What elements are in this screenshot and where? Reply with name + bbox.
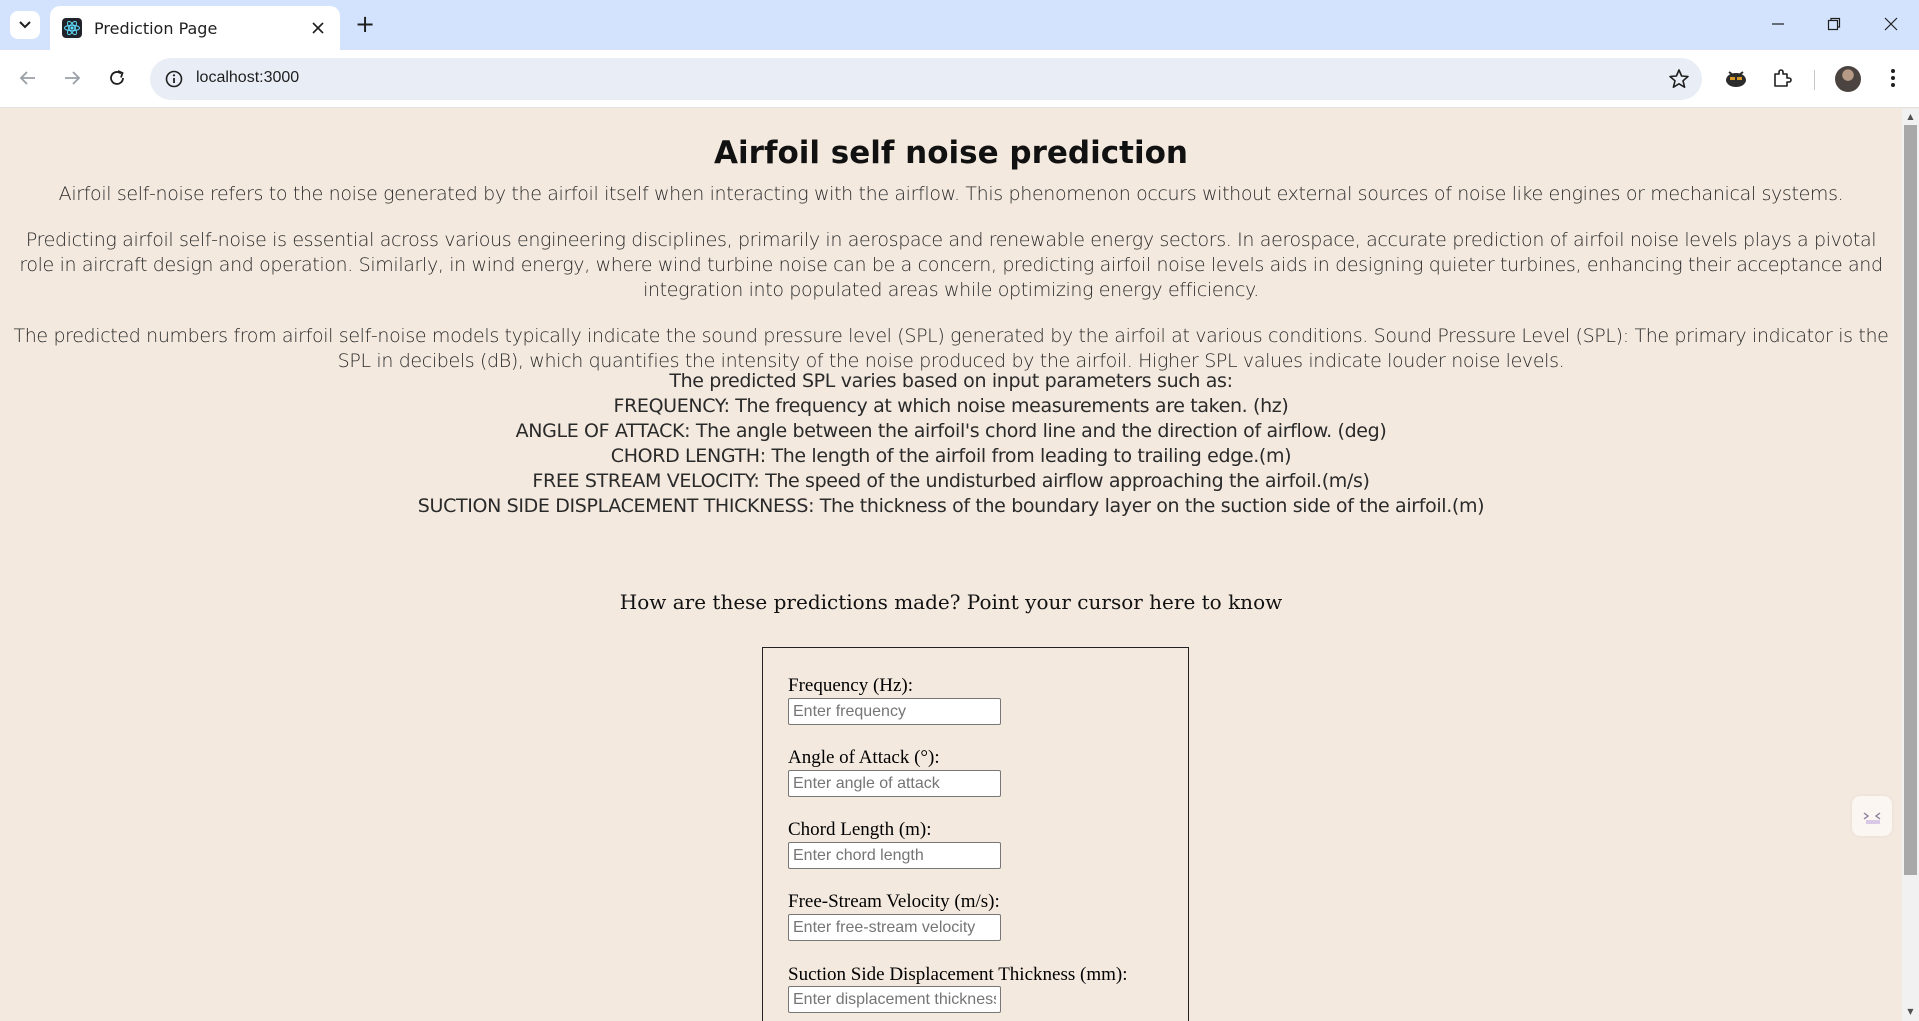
site-info-icon[interactable]: [164, 69, 184, 89]
page-viewport: Airfoil self noise prediction Airfoil se…: [0, 109, 1902, 1021]
tab-search-icon[interactable]: [10, 11, 40, 39]
param-free-stream-velocity: FREE STREAM VELOCITY: The speed of the u…: [532, 470, 1370, 492]
displacement-thickness-label: Suction Side Displacement Thickness (mm)…: [788, 964, 1128, 985]
param-angle-of-attack: ANGLE OF ATTACK: The angle between the a…: [515, 420, 1387, 442]
free-stream-velocity-input[interactable]: [788, 914, 1001, 941]
frequency-label: Frequency (Hz):: [788, 675, 914, 696]
displacement-thickness-input[interactable]: [788, 986, 1001, 1013]
profile-avatar[interactable]: [1835, 66, 1861, 92]
close-icon[interactable]: [308, 18, 328, 38]
back-icon[interactable]: [12, 62, 44, 94]
intro-paragraph-2: Predicting airfoil self-noise is essenti…: [19, 229, 1883, 301]
angle-of-attack-input[interactable]: [788, 770, 1001, 797]
extension-icon[interactable]: [1722, 64, 1750, 92]
param-displacement-thickness: SUCTION SIDE DISPLACEMENT THICKNESS: The…: [417, 495, 1485, 517]
window-close-icon[interactable]: [1868, 8, 1914, 40]
intro-paragraph-1: Airfoil self-noise refers to the noise g…: [58, 183, 1844, 205]
param-frequency: FREQUENCY: The frequency at which noise …: [613, 395, 1289, 417]
prediction-form: Frequency (Hz): Angle of Attack (°): Cho…: [762, 647, 1189, 1021]
react-favicon-icon: [62, 18, 82, 38]
parameters-intro: The predicted SPL varies based on input …: [669, 370, 1233, 392]
tab-title: Prediction Page: [94, 18, 218, 38]
scroll-thumb[interactable]: [1904, 125, 1917, 875]
page-scrollbar[interactable]: ▲ ▼: [1902, 109, 1919, 1021]
side-panel-widget-icon[interactable]: [1852, 796, 1892, 836]
page-title: Airfoil self noise prediction: [714, 135, 1188, 171]
minimize-icon[interactable]: [1755, 8, 1801, 40]
intro-paragraph-3: The predicted numbers from airfoil self-…: [13, 325, 1889, 372]
param-chord-length: CHORD LENGTH: The length of the airfoil …: [610, 445, 1292, 467]
reload-icon[interactable]: [101, 62, 133, 94]
toolbar-divider: [1814, 70, 1815, 90]
menu-dots-icon[interactable]: [1879, 64, 1907, 92]
parameters-list: The predicted SPL varies based on input …: [0, 369, 1902, 519]
tab-strip: Prediction Page +: [0, 0, 1919, 50]
forward-icon[interactable]: [56, 62, 88, 94]
how-predictions-hover-text[interactable]: How are these predictions made? Point yo…: [0, 590, 1902, 614]
bookmark-star-icon[interactable]: [1668, 68, 1690, 90]
chord-length-input[interactable]: [788, 842, 1001, 869]
address-bar[interactable]: localhost:3000: [150, 58, 1702, 100]
free-stream-velocity-label: Free-Stream Velocity (m/s):: [788, 891, 1000, 912]
frequency-input[interactable]: [788, 698, 1001, 725]
scroll-down-arrow-icon[interactable]: ▼: [1902, 1007, 1919, 1019]
active-tab[interactable]: Prediction Page: [50, 6, 340, 50]
new-tab-button[interactable]: +: [352, 12, 378, 38]
url-text[interactable]: localhost:3000: [196, 69, 299, 87]
scroll-up-arrow-icon[interactable]: ▲: [1902, 112, 1919, 124]
restore-icon[interactable]: [1811, 8, 1857, 40]
browser-toolbar: localhost:3000: [0, 50, 1919, 108]
angle-of-attack-label: Angle of Attack (°):: [788, 747, 940, 768]
chord-length-label: Chord Length (m):: [788, 819, 932, 840]
extension-puzzle-icon[interactable]: [1768, 64, 1796, 92]
